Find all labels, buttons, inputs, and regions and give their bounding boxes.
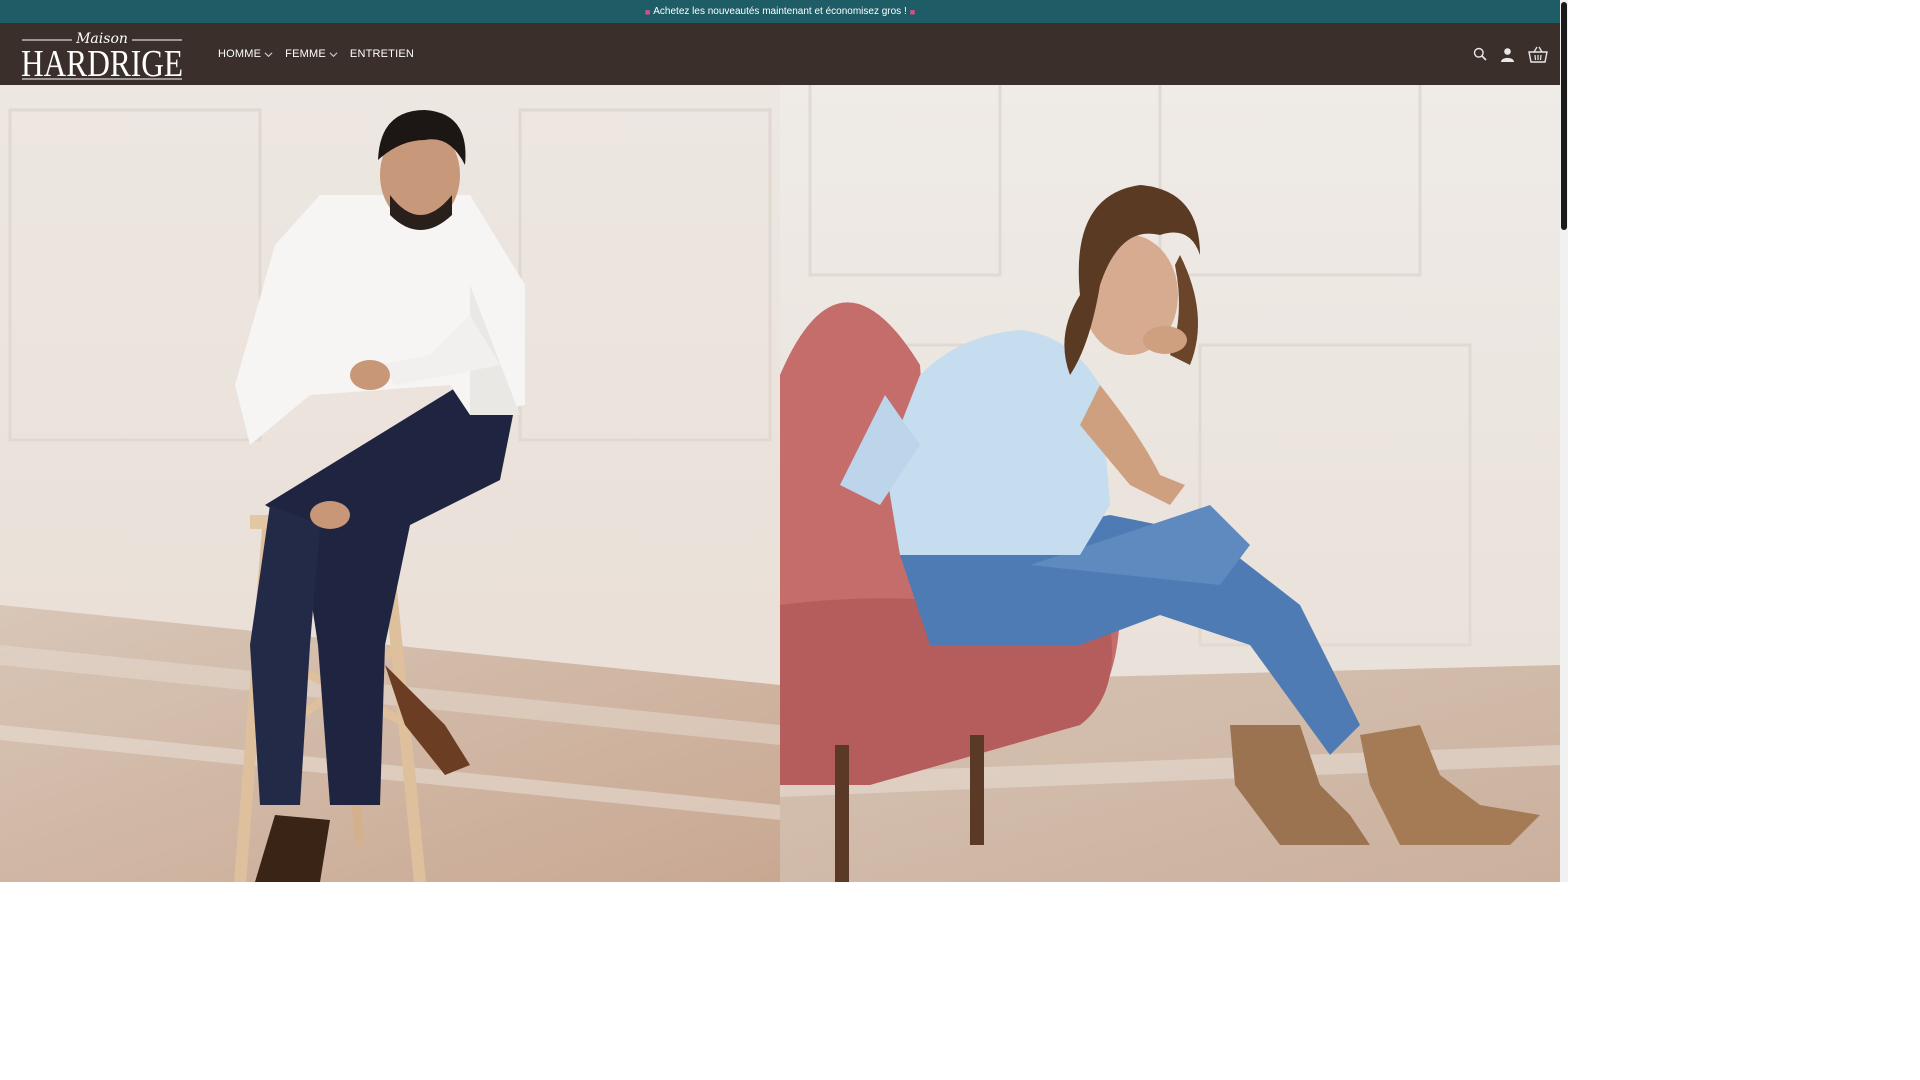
gift-icon: ■ (644, 6, 651, 17)
chevron-down-icon (329, 51, 338, 57)
scrollbar-thumb[interactable] (1561, 2, 1567, 230)
nav-label: FEMME (285, 48, 326, 60)
search-icon[interactable] (1473, 47, 1487, 61)
hero-panel-homme[interactable] (0, 85, 780, 882)
nav-label: HOMME (218, 48, 262, 60)
nav-item-entretien[interactable]: ENTRETIEN (350, 48, 414, 60)
gift-icon: ■ (909, 6, 916, 17)
main-nav: HOMME FEMME ENTRETIEN (218, 23, 414, 85)
woman-photo (780, 85, 1560, 882)
promo-text: Achetez les nouveautés maintenant et éco… (653, 6, 907, 17)
basket-icon[interactable] (1528, 46, 1548, 63)
nav-item-homme[interactable]: HOMME (218, 48, 273, 60)
logo-main-text: HARDRIGE (21, 43, 183, 81)
logo-image: Maison HARDRIGE (21, 31, 183, 81)
hero-banner (0, 85, 1560, 882)
header-actions (1473, 23, 1548, 85)
man-photo (0, 85, 780, 882)
chevron-down-icon (264, 51, 273, 57)
page-scrollbar[interactable] (1560, 0, 1568, 882)
nav-label: ENTRETIEN (349, 48, 415, 60)
logo[interactable]: Maison HARDRIGE (20, 27, 186, 81)
account-icon[interactable] (1500, 47, 1515, 62)
hero-panel-femme[interactable] (780, 85, 1560, 882)
promo-bar: ■ Achetez les nouveautés maintenant et é… (0, 0, 1560, 23)
site-header: Maison HARDRIGE HOMME FEMME ENTRETIEN (0, 23, 1560, 85)
nav-item-femme[interactable]: FEMME (285, 48, 338, 60)
